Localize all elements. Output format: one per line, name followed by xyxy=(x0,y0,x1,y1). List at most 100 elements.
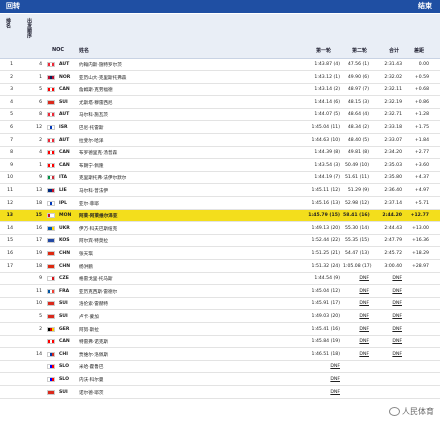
total-time: 2:33.07 xyxy=(384,137,402,143)
noc-code: CHI xyxy=(59,351,68,357)
total-time: 2:32.19 xyxy=(384,99,402,105)
rank-cell: 6 xyxy=(10,125,13,130)
country-flag-icon xyxy=(47,62,55,67)
country-flag-icon xyxy=(47,188,55,193)
country-flag-icon xyxy=(47,301,55,307)
table-row[interactable]: 10 SUI 洛伦索·雷赫特 1:45.91 (17) DNF DNF xyxy=(0,298,440,311)
run1-time: 1:45.41 (16) xyxy=(311,326,340,332)
run2-time: 58.41 (16) xyxy=(343,213,370,219)
table-row[interactable]: 14 16 UKR 伊万·科夫巴斯纽克 1:49.13 (20) 55.30 (14) 2:… xyxy=(0,223,440,235)
time-difference: +0.59 xyxy=(414,74,429,80)
time-difference: +0.68 xyxy=(414,87,429,93)
table-row[interactable]: 6 12 ISR 巴尼·托雷斯 1:45.04 (11) 48.34 (2) 2:33.18… xyxy=(0,122,440,134)
col-rank-header: 排名 xyxy=(5,18,11,28)
country-flag-icon xyxy=(47,87,55,93)
run1-time: 1:44.14 (6) xyxy=(314,99,340,105)
country-flag-icon xyxy=(47,125,55,130)
table-row[interactable]: 8 4 CAN 布罗德里克·汤普森 1:44.39 (8) 49.81 (8) 2:34.2… xyxy=(0,147,440,160)
athlete-name: 阿莱·阿莱维尔泽亚 xyxy=(79,214,118,220)
run2-time: DNF xyxy=(359,276,369,282)
table-row[interactable]: SUI 诺尔德·耶茨 DNF xyxy=(0,387,440,399)
country-flag-icon xyxy=(47,175,55,181)
noc-code: CAN xyxy=(59,339,70,345)
table-row[interactable]: 5 8 AUT 马尔科·施瓦茨 1:44.07 (5) 48.64 (4) 2:32.71 +… xyxy=(0,109,440,122)
table-row[interactable]: 2 GER 阿努·斯拉 1:45.41 (16) DNF DNF xyxy=(0,324,440,336)
start-order-cell: 5 xyxy=(39,87,42,93)
noc-code: ISR xyxy=(59,125,68,130)
noc-code: ITA xyxy=(59,175,68,181)
run2-time: 52.98 (12) xyxy=(344,200,369,206)
athlete-name: 诺尔德·耶茨 xyxy=(79,390,104,396)
run1-time: 1:52.44 (22) xyxy=(311,238,340,244)
total-time: 2:45.72 xyxy=(384,251,402,256)
table-row[interactable]: 10 9 ITA 克里斯托弗·法伊尔默尔 1:44.19 (7) 51.61 (11) 2:… xyxy=(0,172,440,185)
table-row[interactable]: 7 2 AUT 拉斐尔·哈泽 1:44.63 (10) 48.40 (5) 2:33.07 +… xyxy=(0,135,440,147)
start-order-cell: 1 xyxy=(39,74,42,80)
run2-time: 49.81 (8) xyxy=(347,150,369,156)
country-flag-icon xyxy=(47,389,55,395)
col-diff-header: 差距 xyxy=(414,48,425,54)
run1-time: 1:44.54 (9) xyxy=(314,276,340,282)
run2-time: DNF xyxy=(359,326,369,332)
noc-code: AUT xyxy=(59,112,70,118)
start-order-cell: 12 xyxy=(36,125,42,130)
start-order-cell: 16 xyxy=(36,225,42,231)
table-row[interactable]: 4 6 SUI 尤斯塔·穆雷西尼 1:44.14 (6) 48.15 (3) 2:32.19… xyxy=(0,97,440,109)
table-row[interactable]: 11 13 LIE 马尔科·普法伊 1:45.11 (12) 51.29 (9) 2:36.… xyxy=(0,185,440,197)
athlete-name: 亚历克西斯·雷德尔 xyxy=(79,289,118,295)
run2-time: 50.49 (10) xyxy=(344,162,369,168)
table-row[interactable]: 11 FRA 亚历克西斯·雷德尔 1:45.04 (12) DNF DNF xyxy=(0,286,440,298)
run2-time: 48.34 (2) xyxy=(347,125,369,130)
table-header: 排名 出发顺序 NOC 姓名 第一轮 第二轮 合计 差距 xyxy=(0,14,440,59)
run2-time: 48.40 (5) xyxy=(347,137,369,143)
run1-time: 1:45.91 (17) xyxy=(311,301,340,307)
start-order-cell: 4 xyxy=(39,62,42,67)
rank-cell: 3 xyxy=(10,87,13,93)
table-row[interactable]: SLO 内沃·科尔曼 DNF xyxy=(0,374,440,386)
table-row[interactable]: 14 CHI 贾维尔·洛佩斯 1:46.51 (18) DNF DNF xyxy=(0,349,440,361)
table-row[interactable]: 5 SUI 卢卡·蒙加 1:49.03 (20) DNF DNF xyxy=(0,311,440,323)
table-row[interactable]: 9 CZE 格雷戈里·托马斯 1:44.54 (9) DNF DNF xyxy=(0,273,440,286)
table-row[interactable]: 13 15 MON 阿莱·阿莱维尔泽亚 1:45.79 (15) 58.41 (16) 2:… xyxy=(0,210,440,223)
time-difference: +3.60 xyxy=(414,162,429,168)
total-time: DNF xyxy=(392,351,402,357)
total-time: 2:47.79 xyxy=(384,238,402,244)
run2-time: DNF xyxy=(359,288,369,294)
run1-time: 1:43.14 (2) xyxy=(314,87,340,93)
noc-code: MON xyxy=(59,213,72,219)
table-row[interactable]: 9 1 CAN 布朗宁·佩隆 1:43.54 (3) 50.49 (10) 2:35.03 +… xyxy=(0,160,440,172)
table-row[interactable]: CAN 特雷弗·诺克斯 1:45.84 (19) DNF DNF xyxy=(0,336,440,349)
table-row[interactable]: 2 1 NOR 亚历山大·克里斯托弗森 1:43.12 (1) 49.90 (6) 2:32… xyxy=(0,72,440,84)
run2-time: DNF xyxy=(359,301,369,307)
total-time: DNF xyxy=(392,314,402,319)
table-row[interactable]: SLO 米哈·霍鲁巴 DNF xyxy=(0,361,440,374)
athlete-name: 米哈·霍鲁巴 xyxy=(79,365,104,371)
noc-code: NOR xyxy=(59,74,71,80)
noc-code: FRA xyxy=(59,288,70,294)
table-row[interactable]: 16 19 CHN 张天琪 1:51.25 (21) 54.47 (13) 2:45.72 +… xyxy=(0,248,440,260)
athlete-name: 伊万·科夫巴斯纽克 xyxy=(79,226,118,232)
table-row[interactable]: 12 18 IPL 亚尔·菲耶 1:45.16 (13) 52.98 (12) 2:37.1… xyxy=(0,198,440,210)
run1-time: 1:46.51 (18) xyxy=(311,351,340,357)
table-row[interactable]: 15 17 KOS 阿尔宾·特莫拉 1:52.44 (22) 55.35 (15) 2:47… xyxy=(0,235,440,248)
table-row[interactable]: 1 4 AUT 约翰内斯·施特罗尔茨 1:43.87 (4) 47.56 (1) 2:31.… xyxy=(0,59,440,71)
table-row[interactable]: 3 5 CAN 詹姆斯·克劳福德 1:43.14 (2) 48.97 (7) 2:32.11… xyxy=(0,84,440,97)
run1-time: DNF xyxy=(330,377,340,382)
athlete-name: 内沃·科尔曼 xyxy=(79,378,104,383)
start-order-cell: 13 xyxy=(36,188,42,193)
total-time: 2:35.03 xyxy=(384,162,402,168)
country-flag-icon xyxy=(47,238,55,244)
athlete-name: 詹姆斯·克劳福德 xyxy=(79,88,113,94)
event-title: 回转 xyxy=(6,2,20,10)
start-order-cell: 19 xyxy=(36,251,42,256)
noc-code: GER xyxy=(59,326,70,332)
country-flag-icon xyxy=(47,225,55,231)
rank-cell: 14 xyxy=(7,225,13,231)
table-row[interactable]: 17 18 CHN 杨洪鹏 1:51.32 (24) 1:05.08 (17) 3:00.4… xyxy=(0,261,440,273)
run2-time: 49.90 (6) xyxy=(347,74,369,80)
run1-time: DNF xyxy=(330,389,340,395)
time-difference: +28.97 xyxy=(411,263,429,269)
time-difference: +16.36 xyxy=(411,238,429,244)
total-time: 2:37.14 xyxy=(384,200,402,206)
run1-time: 1:51.25 (21) xyxy=(311,251,340,256)
